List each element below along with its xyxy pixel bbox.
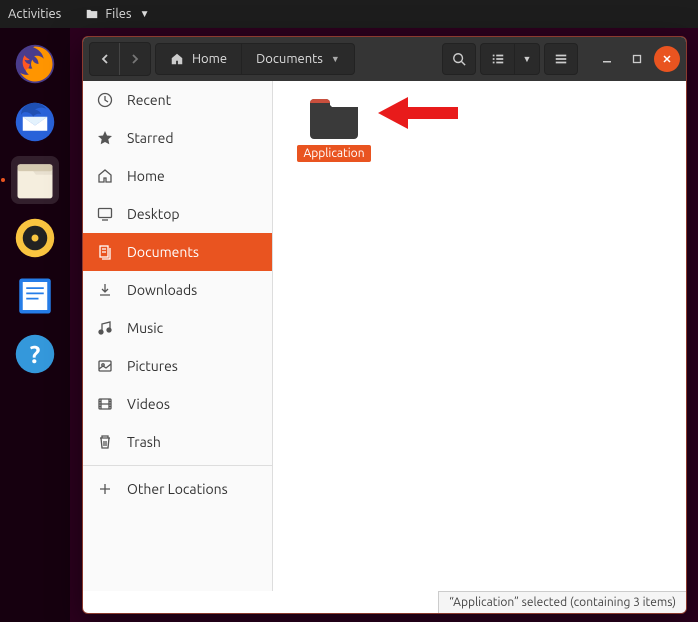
- sidebar-item-label: Pictures: [127, 358, 178, 374]
- minimize-button[interactable]: [594, 46, 620, 72]
- files-window: Home Documents ▼ ▼: [82, 36, 687, 614]
- dock-help[interactable]: ?: [11, 330, 59, 378]
- star-icon: [97, 130, 113, 146]
- view-controls: ▼: [480, 43, 540, 75]
- nav-buttons: [89, 42, 151, 76]
- sidebar-item-label: Downloads: [127, 282, 197, 298]
- folder-icon: [308, 97, 360, 141]
- chevron-down-icon: ▼: [331, 54, 340, 64]
- sidebar-item-label: Music: [127, 320, 163, 336]
- chevron-down-icon: ▼: [140, 8, 150, 20]
- sidebar-item-label: Trash: [127, 434, 161, 450]
- firefox-icon: [14, 43, 56, 85]
- path-bar: Home Documents ▼: [155, 43, 355, 75]
- search-button[interactable]: [442, 43, 476, 75]
- plus-icon: [97, 481, 113, 497]
- desktop: ? Home Documents ▼: [0, 28, 698, 622]
- sidebar-item-label: Videos: [127, 396, 170, 412]
- list-view-button[interactable]: [480, 43, 514, 75]
- sidebar-item-trash[interactable]: Trash: [83, 423, 272, 461]
- sidebar-item-label: Documents: [127, 244, 199, 260]
- sidebar: Recent Starred Home Desktop Documents: [83, 81, 273, 591]
- path-home[interactable]: Home: [155, 43, 242, 75]
- videos-icon: [97, 396, 113, 412]
- files-menu[interactable]: Files ▼: [85, 7, 149, 21]
- sidebar-item-recent[interactable]: Recent: [83, 81, 272, 119]
- sidebar-item-downloads[interactable]: Downloads: [83, 271, 272, 309]
- statusbar-text: “Application” selected (containing 3 ite…: [449, 596, 676, 609]
- thunderbird-icon: [14, 101, 56, 143]
- sidebar-item-label: Desktop: [127, 206, 180, 222]
- top-bar: Activities Files ▼: [0, 0, 698, 28]
- clock-icon: [97, 92, 113, 108]
- chevron-left-icon: [99, 53, 111, 65]
- dock-firefox[interactable]: [11, 40, 59, 88]
- sidebar-item-pictures[interactable]: Pictures: [83, 347, 272, 385]
- downloads-icon: [97, 282, 113, 298]
- content-area[interactable]: Application: [273, 81, 686, 591]
- dock-writer[interactable]: [11, 272, 59, 320]
- sidebar-item-videos[interactable]: Videos: [83, 385, 272, 423]
- maximize-icon: [632, 54, 642, 64]
- statusbar: “Application” selected (containing 3 ite…: [438, 591, 686, 613]
- desktop-icon: [97, 206, 113, 222]
- chevron-right-icon: [129, 53, 141, 65]
- svg-text:?: ?: [30, 340, 41, 368]
- folder-application[interactable]: Application: [289, 97, 379, 162]
- pictures-icon: [97, 358, 113, 374]
- sidebar-item-label: Starred: [127, 130, 174, 146]
- dock: ?: [0, 28, 70, 622]
- music-icon: [97, 320, 113, 336]
- list-icon: [491, 52, 505, 66]
- sidebar-divider: [83, 465, 272, 466]
- help-icon: ?: [14, 333, 56, 375]
- forward-button[interactable]: [120, 43, 150, 75]
- rhythmbox-icon: [14, 217, 56, 259]
- writer-icon: [14, 275, 56, 317]
- path-current[interactable]: Documents ▼: [242, 43, 355, 75]
- sidebar-item-other-locations[interactable]: Other Locations: [83, 470, 272, 508]
- folder-label: Application: [297, 145, 370, 162]
- sidebar-item-documents[interactable]: Documents: [83, 233, 272, 271]
- annotation-arrow: [378, 93, 458, 133]
- home-icon: [170, 52, 184, 66]
- files-icon: [14, 159, 56, 201]
- maximize-button[interactable]: [624, 46, 650, 72]
- hamburger-button[interactable]: [544, 43, 578, 75]
- activities-button[interactable]: Activities: [8, 7, 61, 21]
- titlebar: Home Documents ▼ ▼: [83, 37, 686, 81]
- search-icon: [452, 52, 466, 66]
- dock-files[interactable]: [11, 156, 59, 204]
- path-current-label: Documents: [256, 52, 323, 66]
- dock-rhythmbox[interactable]: [11, 214, 59, 262]
- folder-icon: [85, 7, 99, 21]
- back-button[interactable]: [90, 43, 120, 75]
- sidebar-item-label: Other Locations: [127, 481, 228, 497]
- close-icon: [662, 54, 672, 64]
- sidebar-item-label: Recent: [127, 92, 171, 108]
- sidebar-item-label: Home: [127, 168, 165, 184]
- sidebar-item-desktop[interactable]: Desktop: [83, 195, 272, 233]
- sidebar-item-home[interactable]: Home: [83, 157, 272, 195]
- close-button[interactable]: [654, 46, 680, 72]
- sidebar-item-music[interactable]: Music: [83, 309, 272, 347]
- dock-thunderbird[interactable]: [11, 98, 59, 146]
- sidebar-item-starred[interactable]: Starred: [83, 119, 272, 157]
- path-home-label: Home: [192, 52, 227, 66]
- files-menu-label: Files: [105, 7, 131, 21]
- home-icon: [97, 168, 113, 184]
- documents-icon: [97, 244, 113, 260]
- minimize-icon: [602, 54, 612, 64]
- hamburger-icon: [554, 52, 568, 66]
- view-dropdown-button[interactable]: ▼: [514, 43, 540, 75]
- trash-icon: [97, 434, 113, 450]
- chevron-down-icon: ▼: [523, 54, 532, 64]
- window-body: Recent Starred Home Desktop Documents: [83, 81, 686, 591]
- activities-label: Activities: [8, 7, 61, 21]
